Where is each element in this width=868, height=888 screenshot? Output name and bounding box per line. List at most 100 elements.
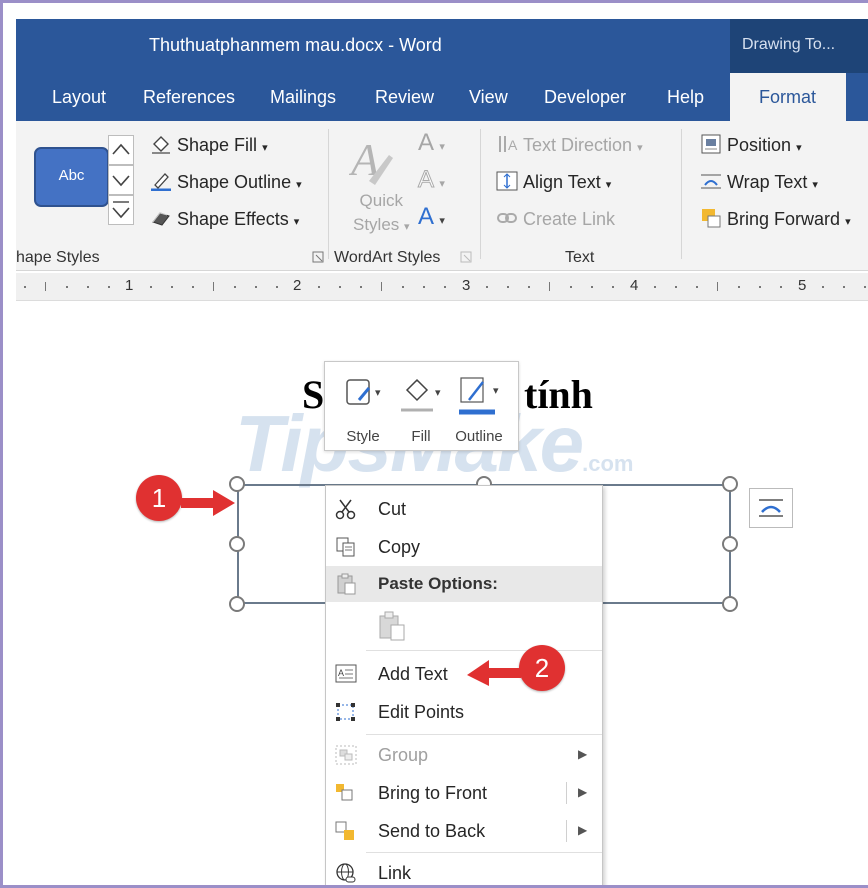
ruler-dot bbox=[528, 286, 530, 288]
layout-options-button[interactable] bbox=[749, 488, 793, 528]
menu-separator bbox=[366, 650, 602, 651]
quick-styles-label-1: Quick bbox=[359, 191, 404, 210]
resize-handle[interactable] bbox=[722, 536, 738, 552]
shape-fill-button[interactable]: Shape Fill ▾ bbox=[150, 134, 268, 156]
menu-item-link[interactable]: Link bbox=[326, 854, 602, 885]
watermark-suffix: .com bbox=[582, 451, 634, 476]
quick-styles-button[interactable]: Quick Styles ▾ bbox=[353, 189, 410, 239]
shape-effects-button[interactable]: Shape Effects ▾ bbox=[150, 208, 299, 230]
quick-styles-label-2: Styles bbox=[353, 215, 400, 234]
tab-view[interactable]: View bbox=[469, 87, 508, 108]
ribbon: Abc Shape Fill ▾ Shape Outline ▾ Shape E… bbox=[16, 121, 868, 271]
create-link-button[interactable]: Create Link bbox=[496, 208, 615, 230]
ruler-dot bbox=[675, 286, 677, 288]
text-outline-button[interactable]: A ▾ bbox=[418, 166, 445, 194]
position-button[interactable]: Position ▾ bbox=[700, 134, 802, 156]
text-group-label: Text bbox=[565, 249, 595, 266]
layout-options-icon bbox=[759, 499, 783, 517]
resize-handle[interactable] bbox=[229, 596, 245, 612]
align-text-label: Align Text bbox=[523, 172, 601, 192]
text-direction-label: Text Direction bbox=[523, 135, 633, 155]
submenu-arrow-icon[interactable]: ▶ bbox=[578, 785, 587, 799]
callout-arrow-icon bbox=[467, 660, 521, 686]
mini-outline-button[interactable]: ▾ Outline bbox=[449, 370, 509, 446]
drawing-tools-context-label: Drawing To... bbox=[730, 19, 868, 73]
text-effects-button[interactable]: A ▾ bbox=[418, 203, 445, 231]
create-link-label: Create Link bbox=[523, 209, 616, 229]
position-label: Position bbox=[727, 135, 792, 155]
ruler-dot bbox=[759, 286, 761, 288]
ruler-dot bbox=[87, 286, 89, 288]
wrap-text-label: Wrap Text bbox=[727, 172, 808, 192]
tab-help[interactable]: Help bbox=[667, 87, 704, 108]
group-icon bbox=[335, 745, 357, 765]
tab-review[interactable]: Review bbox=[375, 87, 434, 108]
shape-style-icon: ▾ bbox=[346, 379, 381, 405]
gallery-more-button[interactable] bbox=[108, 195, 134, 225]
chevron-up-icon bbox=[112, 143, 130, 155]
ribbon-tabs: Layout References Mailings Review View D… bbox=[16, 73, 868, 121]
ruler-dot bbox=[843, 286, 845, 288]
tab-mailings[interactable]: Mailings bbox=[270, 87, 336, 108]
ruler-dot bbox=[360, 286, 362, 288]
edit-points-icon bbox=[336, 703, 355, 721]
menu-item-cut-label: Cut bbox=[378, 499, 407, 519]
ruler-dot bbox=[822, 286, 824, 288]
text-fill-button[interactable]: A ▾ bbox=[418, 129, 445, 157]
title-bar: Thuthuatphanmem mau.docx - Word Drawing … bbox=[16, 19, 868, 73]
menu-item-cut[interactable]: Cut bbox=[326, 490, 602, 528]
menu-item-edit-points[interactable]: Edit Points bbox=[326, 693, 602, 731]
mini-style-button[interactable]: ▾ Style bbox=[333, 370, 393, 446]
paste-options-label: Paste Options: bbox=[378, 574, 498, 593]
paste-keep-icon[interactable] bbox=[378, 610, 408, 642]
tab-layout[interactable]: Layout bbox=[52, 87, 106, 108]
submenu-arrow-icon[interactable]: ▶ bbox=[578, 823, 587, 837]
ruler-dot bbox=[738, 286, 740, 288]
ruler-dot bbox=[780, 286, 782, 288]
text-box-icon: A bbox=[335, 664, 357, 683]
ruler-dot bbox=[423, 286, 425, 288]
resize-handle[interactable] bbox=[722, 476, 738, 492]
shape-style-sample[interactable]: Abc bbox=[34, 147, 109, 207]
dialog-launcher-icon[interactable] bbox=[460, 251, 472, 263]
wrap-text-button[interactable]: Wrap Text ▾ bbox=[700, 171, 818, 193]
dialog-launcher-icon[interactable] bbox=[312, 251, 324, 263]
ruler-dot bbox=[486, 286, 488, 288]
text-direction-icon: A bbox=[499, 136, 518, 153]
horizontal-ruler[interactable]: 1 2 3 4 5 bbox=[16, 273, 868, 301]
shape-outline-button[interactable]: Shape Outline ▾ bbox=[150, 171, 302, 193]
bring-to-front-icon bbox=[336, 784, 353, 801]
bring-forward-label: Bring Forward bbox=[727, 209, 841, 229]
chevron-down-icon bbox=[112, 175, 130, 187]
menu-item-copy[interactable]: Copy bbox=[326, 528, 602, 566]
tab-format[interactable]: Format bbox=[730, 73, 847, 121]
tab-references[interactable]: References bbox=[143, 87, 235, 108]
align-text-button[interactable]: Align Text ▾ bbox=[496, 171, 611, 193]
ruler-dot bbox=[150, 286, 152, 288]
bring-forward-icon bbox=[702, 209, 721, 228]
ruler-dot bbox=[255, 286, 257, 288]
tab-developer[interactable]: Developer bbox=[544, 87, 626, 108]
gallery-down-button[interactable] bbox=[108, 165, 134, 195]
bring-forward-button[interactable]: Bring Forward ▾ bbox=[700, 208, 851, 230]
text-fill-icon: A bbox=[418, 129, 433, 156]
send-to-back-icon bbox=[335, 821, 354, 840]
text-direction-button[interactable]: A Text Direction ▾ bbox=[496, 134, 643, 156]
menu-item-group[interactable]: Group ▶ bbox=[326, 736, 602, 774]
gallery-up-button[interactable] bbox=[108, 135, 134, 165]
resize-handle[interactable] bbox=[229, 536, 245, 552]
menu-split-divider bbox=[566, 782, 567, 804]
menu-item-bring-to-front-label: Bring to Front bbox=[378, 783, 488, 803]
mini-toolbar: ▾ Style ▾ Fill ▾ Outline bbox=[324, 361, 519, 451]
mini-style-label: Style bbox=[346, 428, 380, 445]
mini-fill-button[interactable]: ▾ Fill bbox=[391, 370, 451, 446]
resize-handle[interactable] bbox=[722, 596, 738, 612]
ruler-dot bbox=[192, 286, 194, 288]
menu-item-bring-to-front[interactable]: Bring to Front ▶ bbox=[326, 774, 602, 812]
pen-icon bbox=[151, 173, 171, 191]
menu-item-send-to-back[interactable]: Send to Back ▶ bbox=[326, 812, 602, 850]
ruler-dot bbox=[66, 286, 68, 288]
menu-item-edit-points-label: Edit Points bbox=[378, 702, 465, 722]
quick-styles-icon[interactable]: A bbox=[349, 135, 397, 187]
menu-split-divider bbox=[566, 820, 567, 842]
